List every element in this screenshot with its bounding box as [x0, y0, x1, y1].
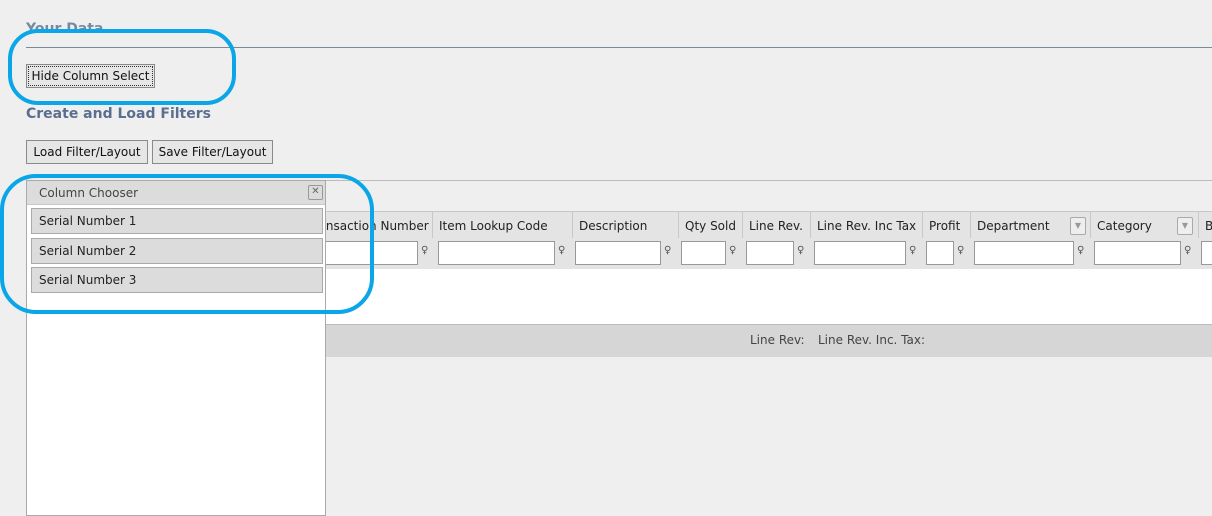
filter-input-department[interactable] — [974, 241, 1074, 265]
annotation-highlight — [8, 29, 236, 105]
column-header-b[interactable]: B — [1199, 212, 1212, 239]
grid-filter-row: ♀ ♀ ♀ ♀ ♀ ♀ ♀ ♀ ♀ — [326, 238, 1212, 270]
filter-input-description[interactable] — [575, 241, 661, 265]
grid-header-row: Transaction Number Item Lookup Code Desc… — [326, 211, 1212, 240]
filter-key-icon[interactable]: ♀ — [421, 245, 428, 256]
filter-key-icon[interactable]: ♀ — [1077, 245, 1084, 256]
filter-key-icon[interactable]: ♀ — [664, 245, 671, 256]
filter-key-icon[interactable]: ♀ — [797, 245, 804, 256]
footer-line-rev-inc-tax: Line Rev. Inc. Tax: — [818, 333, 926, 347]
annotation-highlight — [0, 174, 374, 314]
column-header-line-rev[interactable]: Line Rev. — [743, 212, 811, 239]
column-header-profit[interactable]: Profit — [923, 212, 971, 239]
filter-key-icon[interactable]: ♀ — [909, 245, 916, 256]
grid-body — [326, 269, 1212, 324]
filter-key-icon[interactable]: ♀ — [558, 245, 565, 256]
filter-input-line-rev[interactable] — [746, 241, 794, 265]
filters-title: Create and Load Filters — [26, 106, 211, 122]
filter-input-category[interactable] — [1094, 241, 1181, 265]
column-header-qty-sold[interactable]: Qty Sold — [679, 212, 743, 239]
filter-key-icon[interactable]: ♀ — [729, 245, 736, 256]
filter-input-item-lookup-code[interactable] — [438, 241, 555, 265]
filter-key-icon[interactable]: ♀ — [957, 245, 964, 256]
column-header-item-lookup-code[interactable]: Item Lookup Code — [433, 212, 573, 239]
data-grid: Transaction Number Item Lookup Code Desc… — [326, 180, 1212, 357]
column-header-description[interactable]: Description — [573, 212, 679, 239]
footer-line-rev: Line Rev: — [750, 333, 805, 347]
save-filter-button[interactable]: Save Filter/Layout — [152, 140, 273, 164]
filter-key-icon[interactable]: ♀ — [1184, 245, 1191, 256]
category-dropdown-icon[interactable]: ▼ — [1177, 217, 1193, 235]
filter-input-qty-sold[interactable] — [681, 241, 726, 265]
filter-input-profit[interactable] — [926, 241, 954, 265]
department-dropdown-icon[interactable]: ▼ — [1070, 217, 1086, 235]
filter-input-line-rev-inc-tax[interactable] — [814, 241, 906, 265]
column-header-line-rev-inc-tax[interactable]: Line Rev. Inc Tax — [811, 212, 923, 239]
filter-input-b[interactable] — [1201, 241, 1212, 265]
load-filter-button[interactable]: Load Filter/Layout — [26, 140, 148, 164]
grid-footer: Line Rev: Line Rev. Inc. Tax: — [326, 324, 1212, 357]
